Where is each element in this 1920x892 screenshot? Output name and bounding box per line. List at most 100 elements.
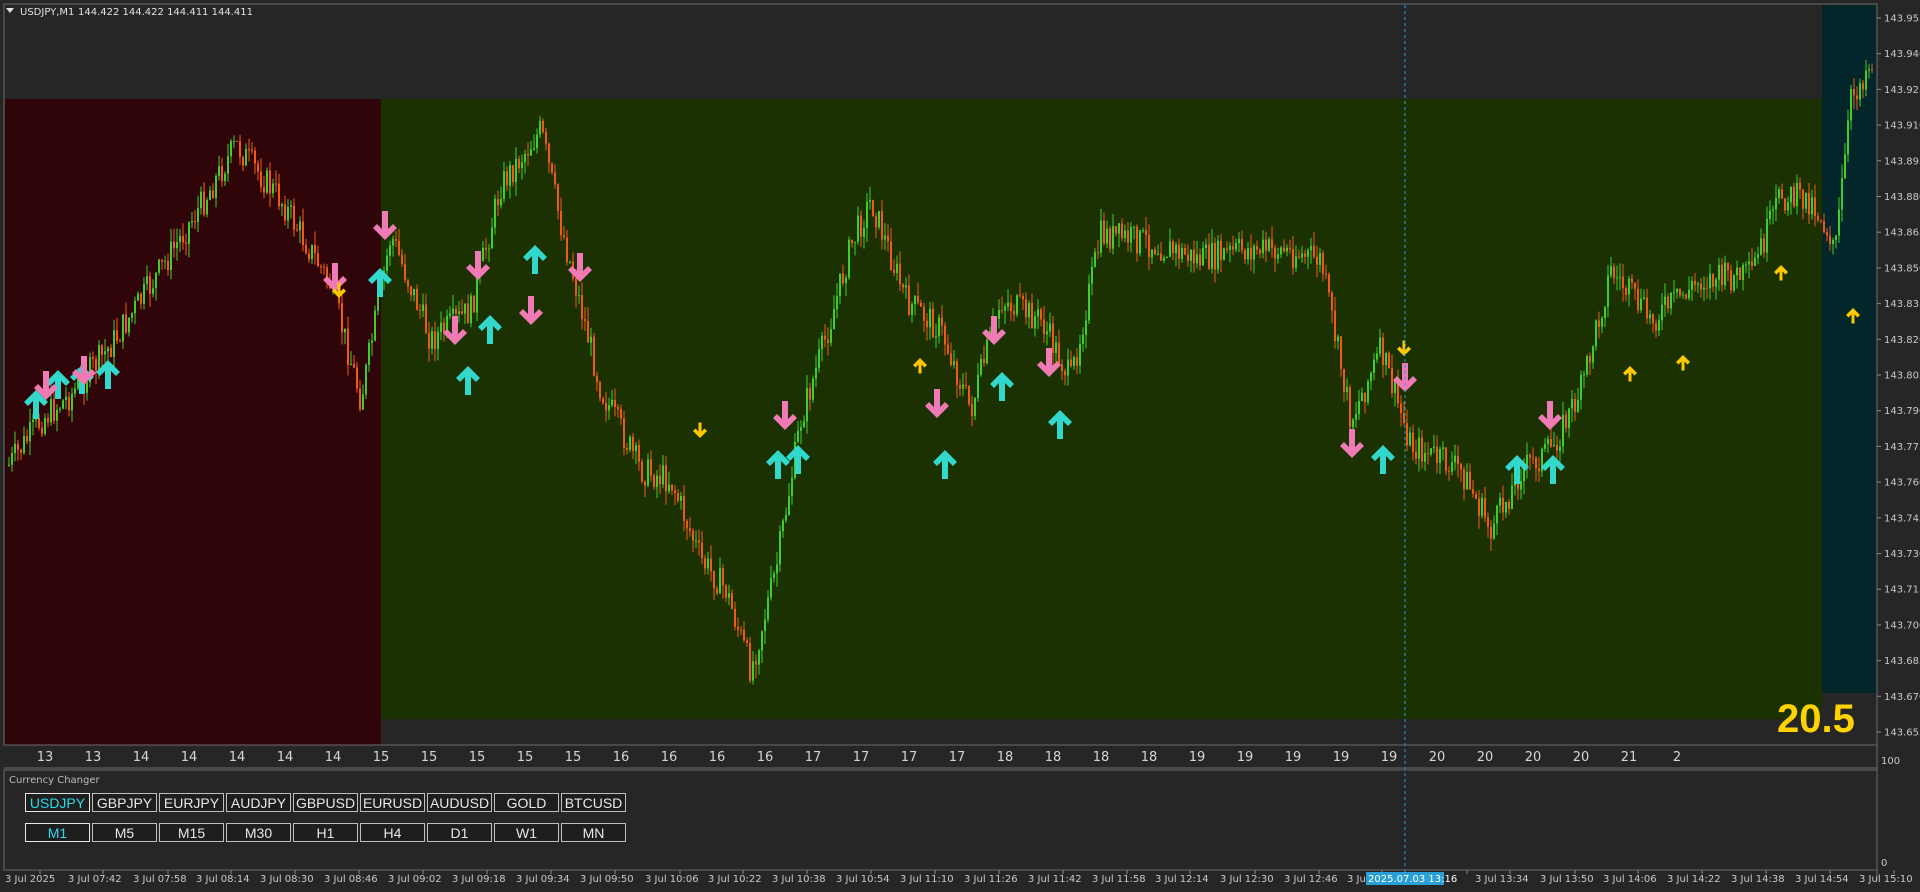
price-label: 143.685 [1884, 656, 1920, 667]
candle-body [1274, 247, 1276, 259]
candle-body [674, 490, 676, 494]
candle-body [1577, 399, 1579, 412]
candle-body [1415, 451, 1417, 459]
candle-body [503, 171, 505, 200]
candle-body [1241, 238, 1243, 251]
pair-button-audusd[interactable]: AUDUSD [427, 793, 492, 812]
candle-body [977, 374, 979, 398]
candle-body [1367, 381, 1369, 403]
sub-window-border [3, 769, 1878, 871]
time-label: 3 Jul 13:50 [1540, 874, 1594, 885]
candle-body [44, 418, 46, 434]
candle-body [1259, 249, 1261, 254]
candle-body [713, 571, 715, 589]
candle-body [1130, 227, 1132, 243]
price-label: 143.715 [1884, 585, 1920, 596]
candle-body [482, 247, 484, 262]
candle-body [302, 221, 304, 246]
session-number: 19 [1285, 750, 1302, 765]
session-number: 18 [997, 750, 1014, 765]
timeframe-button-w1[interactable]: W1 [494, 823, 559, 842]
candle-body [413, 288, 415, 296]
candle-body [275, 183, 277, 185]
candle-body [1412, 432, 1414, 452]
candle-body [86, 382, 88, 393]
candle-body [41, 427, 43, 434]
timeframe-button-mn[interactable]: MN [561, 823, 626, 842]
candle-body [344, 328, 346, 333]
candle-body [857, 215, 859, 242]
price-axis: 143.955 143.940 143.925 143.910 143.895 143.8… [1877, 14, 1920, 739]
candle-body [374, 310, 376, 341]
candle-body [521, 162, 523, 169]
session-number: 17 [805, 750, 822, 765]
pair-button-btcusd[interactable]: BTCUSD [561, 793, 626, 812]
timeframe-button-m1[interactable]: M1 [25, 823, 90, 842]
timeframe-button-m15[interactable]: M15 [159, 823, 224, 842]
session-number: 17 [853, 750, 870, 765]
candle-body [689, 528, 691, 531]
candle-body [1250, 248, 1252, 260]
candle-body [1430, 448, 1432, 455]
pair-button-audjpy[interactable]: AUDJPY [226, 793, 291, 812]
candle-body [1325, 273, 1327, 275]
bullish-zone [381, 99, 1822, 719]
candle-body [368, 342, 370, 365]
candle-body [1208, 244, 1210, 269]
candle-body [1733, 275, 1735, 291]
pair-button-gbpusd[interactable]: GBPUSD [293, 793, 358, 812]
candle-body [215, 175, 217, 199]
candle-body [728, 593, 730, 598]
candle-body [1127, 230, 1129, 243]
candle-body [629, 436, 631, 450]
candle-body [1679, 288, 1681, 296]
candle-body [317, 253, 319, 267]
candle-body [1181, 247, 1183, 259]
candle-body [1019, 295, 1021, 297]
price-label: 143.955 [1884, 14, 1920, 25]
candle-body [665, 465, 667, 492]
timeframe-button-m5[interactable]: M5 [92, 823, 157, 842]
candle-body [1787, 202, 1789, 211]
timeframe-button-d1[interactable]: D1 [427, 823, 492, 842]
candle-body [731, 593, 733, 609]
mt5-chart-window[interactable]: 13 13 14 14 14 14 14 15 15 15 15 15 16 16 16 16 17 17 17 17… [0, 0, 1920, 892]
time-label: 3 Jul 14:22 [1667, 874, 1721, 885]
chevron-down-icon[interactable] [6, 8, 14, 13]
candle-body [920, 302, 922, 307]
price-chart[interactable]: 13 13 14 14 14 14 14 15 15 15 15 15 16 16 16 16 17 17 17 17… [0, 0, 1920, 892]
candle-body [1688, 289, 1690, 299]
timeframe-button-m30[interactable]: M30 [226, 823, 291, 842]
candle-body [785, 514, 787, 521]
candle-body [1637, 288, 1639, 311]
candle-body [1451, 462, 1453, 472]
candle-body [581, 294, 583, 320]
candle-body [1166, 257, 1168, 259]
candle-body [1079, 343, 1081, 366]
candle-body [887, 235, 889, 242]
candle-body [773, 573, 775, 579]
pair-button-eurjpy[interactable]: EURJPY [159, 793, 224, 812]
pair-button-usdjpy[interactable]: USDJPY [25, 793, 90, 812]
session-number: 18 [1093, 750, 1110, 765]
pair-button-eurusd[interactable]: EURUSD [360, 793, 425, 812]
candle-body [695, 540, 697, 542]
candle-body [182, 236, 184, 243]
candle-body [1697, 283, 1699, 285]
timeframe-button-h4[interactable]: H4 [360, 823, 425, 842]
timeframe-button-h1[interactable]: H1 [293, 823, 358, 842]
candle-body [1574, 398, 1576, 412]
candle-body [1745, 264, 1747, 266]
pair-button-gold[interactable]: GOLD [494, 793, 559, 812]
candle-body [320, 266, 322, 268]
candle-body [848, 239, 850, 278]
candle-body [1601, 318, 1603, 327]
candle-body [950, 353, 952, 365]
time-label: 3 Jul 13:34 [1475, 874, 1529, 885]
candle-body [1040, 309, 1042, 320]
pair-button-gbpjpy[interactable]: GBPJPY [92, 793, 157, 812]
candle-body [1187, 254, 1189, 261]
candle-body [812, 378, 814, 400]
candle-body [1391, 367, 1393, 394]
candle-body [1511, 485, 1513, 509]
